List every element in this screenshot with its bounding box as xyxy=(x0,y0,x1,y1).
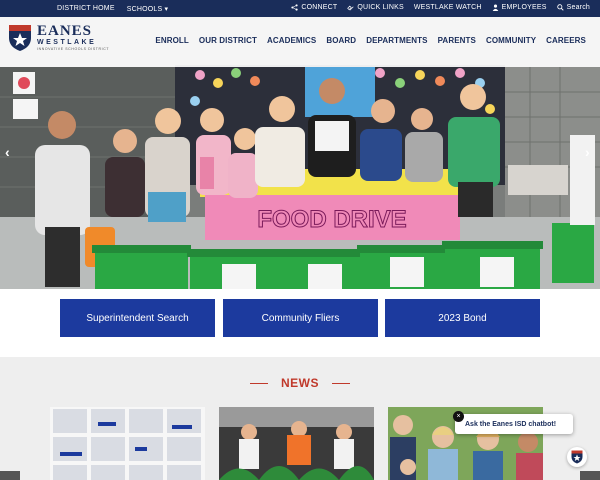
nav-board[interactable]: BOARD xyxy=(326,36,356,45)
performance-thumbnail xyxy=(219,407,374,480)
nav-community[interactable]: COMMUNITY xyxy=(486,36,536,45)
nav-academics[interactable]: ACADEMICS xyxy=(267,36,316,45)
community-fliers-button[interactable]: Community Fliers xyxy=(223,299,378,337)
westlake-watch-label: WESTLAKE WATCH xyxy=(413,4,482,11)
banner-text: FOOD DRIVE xyxy=(257,206,406,233)
news-next-button[interactable] xyxy=(580,471,600,480)
news-heading: NEWS xyxy=(281,376,319,390)
share-icon xyxy=(291,4,298,11)
main-header: EANES WESTLAKE INNOVATIVE SCHOOLS DISTRI… xyxy=(0,17,600,67)
user-icon xyxy=(492,4,498,11)
district-home-link[interactable]: DISTRICT HOME xyxy=(57,5,115,13)
employees-link[interactable]: EMPLOYEES xyxy=(492,4,547,11)
news-card-performance[interactable] xyxy=(219,407,374,480)
chatbot-prompt[interactable]: Ask the Eanes ISD chatbot! xyxy=(455,414,573,434)
quick-links-label: QUICK LINKS xyxy=(357,4,404,11)
nav-departments[interactable]: DEPARTMENTS xyxy=(366,36,427,45)
logo-name: EANES xyxy=(37,23,93,39)
nav-careers[interactable]: CAREERS xyxy=(546,36,586,45)
search-icon xyxy=(556,4,564,11)
westlake-watch-link[interactable]: WESTLAKE WATCH xyxy=(414,4,482,11)
hero-prev-arrow[interactable]: ‹ xyxy=(5,144,10,160)
link-icon xyxy=(347,5,354,11)
nav-enroll[interactable]: ENROLL xyxy=(155,36,189,45)
shield-icon xyxy=(571,450,583,464)
hero-next-arrow[interactable]: › xyxy=(585,144,590,160)
connect-link[interactable]: CONNECT xyxy=(291,4,337,11)
district-logo[interactable]: EANES WESTLAKE INNOVATIVE SCHOOLS DISTRI… xyxy=(8,24,109,52)
bond-2023-button[interactable]: 2023 Bond xyxy=(385,299,540,337)
chatbot-launcher[interactable] xyxy=(567,447,587,467)
nav-parents[interactable]: PARENTS xyxy=(438,36,476,45)
quick-buttons: Superintendent Search Community Fliers 2… xyxy=(0,289,600,357)
nav-our-district[interactable]: OUR DISTRICT xyxy=(199,36,257,45)
news-card-calendar[interactable] xyxy=(50,407,205,480)
connect-label: CONNECT xyxy=(301,4,338,11)
main-nav: ENROLL OUR DISTRICT ACADEMICS BOARD DEPA… xyxy=(155,36,586,45)
quick-links-link[interactable]: QUICK LINKS xyxy=(347,4,404,11)
news-prev-button[interactable] xyxy=(0,471,20,480)
superintendent-search-button[interactable]: Superintendent Search xyxy=(60,299,215,337)
chatbot-close-button[interactable]: × xyxy=(453,411,464,422)
calendar-thumbnail xyxy=(50,407,205,480)
search-label: Search xyxy=(566,4,590,11)
utility-bar: DISTRICT HOME SCHOOLS ▾ CONNECT QUICK LI… xyxy=(0,0,600,17)
shield-logo-icon xyxy=(9,25,31,51)
chatbot-label: Ask the Eanes ISD chatbot! xyxy=(465,420,557,428)
news-divider-right xyxy=(332,383,350,384)
logo-tagline: INNOVATIVE SCHOOLS DISTRICT xyxy=(37,47,110,51)
schools-dropdown[interactable]: SCHOOLS ▾ xyxy=(127,5,169,13)
employees-label: EMPLOYEES xyxy=(501,4,547,11)
search-button[interactable]: Search xyxy=(556,4,590,11)
logo-subtitle: WESTLAKE xyxy=(37,39,97,46)
